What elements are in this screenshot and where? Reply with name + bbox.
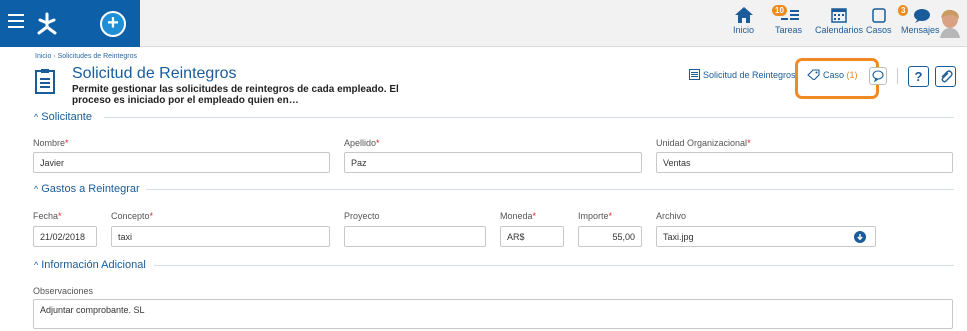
tareas-badge: 10 xyxy=(772,5,787,16)
nav-casos[interactable]: Casos xyxy=(866,6,892,35)
paperclip-icon xyxy=(941,70,953,83)
calendar-icon xyxy=(831,8,847,23)
concepto-label-text: Concepto xyxy=(111,211,150,221)
fecha-label: Fecha* xyxy=(33,211,62,221)
importe-label-text: Importe xyxy=(578,211,609,221)
required-mark: * xyxy=(149,211,154,221)
nav-inicio[interactable]: Inicio xyxy=(733,6,754,35)
logo-icon[interactable] xyxy=(34,11,60,37)
section-info[interactable]: ^ Información Adicional xyxy=(34,259,954,271)
user-avatar[interactable] xyxy=(937,8,963,38)
importe-label: Importe* xyxy=(578,211,612,221)
apellido-field[interactable]: Paz xyxy=(344,152,642,173)
section-gastos-title[interactable]: ^ Gastos a Reintegrar xyxy=(34,183,146,195)
required-mark: * xyxy=(65,138,69,148)
breadcrumb: Inicio › Solicitudes de Reintegros xyxy=(35,53,137,60)
process-link[interactable]: Solicitud de Reintegros xyxy=(689,69,796,80)
form-document-icon xyxy=(35,69,55,94)
moneda-label: Moneda* xyxy=(500,211,536,221)
chevron-up-icon: ^ xyxy=(34,260,39,270)
nav-calendarios[interactable]: Calendarios xyxy=(815,6,863,35)
nombre-label: Nombre* xyxy=(33,138,69,148)
section-solicitante-title[interactable]: ^ Solicitante xyxy=(34,111,98,123)
chevron-up-icon: ^ xyxy=(34,184,39,194)
case-highlight-outline xyxy=(795,58,879,99)
required-mark: * xyxy=(376,138,380,148)
required-mark: * xyxy=(747,138,751,148)
unidad-field[interactable]: Ventas xyxy=(656,152,953,173)
nav-inicio-label: Inicio xyxy=(733,25,755,35)
section-info-label: Información Adicional xyxy=(41,259,146,271)
chevron-up-icon: ^ xyxy=(34,112,39,122)
breadcrumb-current[interactable]: Solicitudes de Reintegros xyxy=(58,53,137,60)
help-button[interactable]: ? xyxy=(908,66,929,87)
observaciones-label: Observaciones xyxy=(33,286,94,296)
nav-mensajes-label: Mensajes xyxy=(901,25,940,35)
section-divider xyxy=(154,265,954,266)
add-button[interactable]: + xyxy=(100,11,126,37)
required-mark: * xyxy=(58,211,62,221)
page-title: Solicitud de Reintegros xyxy=(72,65,237,82)
proyecto-label: Proyecto xyxy=(344,211,380,221)
fecha-label-text: Fecha xyxy=(33,211,59,221)
nav-calendarios-label: Calendarios xyxy=(815,25,864,35)
archivo-filename: Taxi.jpg xyxy=(663,232,694,242)
hamburger-menu-icon[interactable] xyxy=(8,14,24,32)
cases-icon xyxy=(872,8,886,23)
proyecto-field[interactable] xyxy=(344,226,486,247)
required-mark: * xyxy=(608,211,613,221)
breadcrumb-home[interactable]: Inicio xyxy=(35,53,51,60)
importe-field[interactable]: 55,00 xyxy=(578,226,642,247)
home-icon xyxy=(734,7,753,23)
moneda-field[interactable]: AR$ xyxy=(500,226,564,247)
comment-button[interactable] xyxy=(869,67,887,85)
apellido-label-text: Apellido xyxy=(344,138,377,148)
nav-tareas-label: Tareas xyxy=(775,25,803,35)
unidad-label-text: Unidad Organizacional xyxy=(656,138,748,148)
breadcrumb-separator: › xyxy=(53,53,56,60)
concepto-field[interactable]: taxi xyxy=(111,226,330,247)
apellido-label: Apellido* xyxy=(344,138,380,148)
nav-casos-label: Casos xyxy=(866,25,892,35)
attachment-button[interactable] xyxy=(935,66,956,87)
section-divider xyxy=(104,117,954,118)
archivo-label: Archivo xyxy=(656,211,687,221)
download-icon[interactable] xyxy=(854,231,866,243)
comment-icon xyxy=(872,70,884,83)
section-gastos[interactable]: ^ Gastos a Reintegrar xyxy=(34,183,954,195)
concepto-label: Concepto* xyxy=(111,211,153,221)
moneda-label-text: Moneda xyxy=(500,211,533,221)
page-description: Permite gestionar las solicitudes de rei… xyxy=(72,84,399,106)
mensajes-badge: 3 xyxy=(898,5,909,16)
section-info-title[interactable]: ^ Información Adicional xyxy=(34,259,152,271)
required-mark: * xyxy=(532,211,537,221)
process-link-label: Solicitud de Reintegros xyxy=(703,70,796,80)
nombre-label-text: Nombre xyxy=(33,138,66,148)
form-icon xyxy=(689,69,700,80)
brand-block: + xyxy=(0,0,140,47)
top-bar: + Inicio 10 Tareas Calendarios Casos 3 M… xyxy=(0,0,967,47)
unidad-label: Unidad Organizacional* xyxy=(656,138,751,148)
messages-icon xyxy=(914,9,931,23)
nav-mensajes[interactable]: 3 Mensajes xyxy=(898,5,940,35)
section-divider xyxy=(144,189,954,190)
fecha-field[interactable]: 21/02/2018 xyxy=(33,226,97,247)
nombre-field[interactable]: Javier xyxy=(33,152,330,173)
header-divider xyxy=(897,68,898,84)
nav-tareas[interactable]: 10 Tareas xyxy=(772,5,803,35)
section-solicitante[interactable]: ^ Solicitante xyxy=(34,111,954,123)
section-gastos-label: Gastos a Reintegrar xyxy=(41,183,140,195)
observaciones-field[interactable]: Adjuntar comprobante. SL xyxy=(33,299,953,329)
section-solicitante-label: Solicitante xyxy=(41,111,92,123)
archivo-field[interactable]: Taxi.jpg xyxy=(656,226,876,247)
